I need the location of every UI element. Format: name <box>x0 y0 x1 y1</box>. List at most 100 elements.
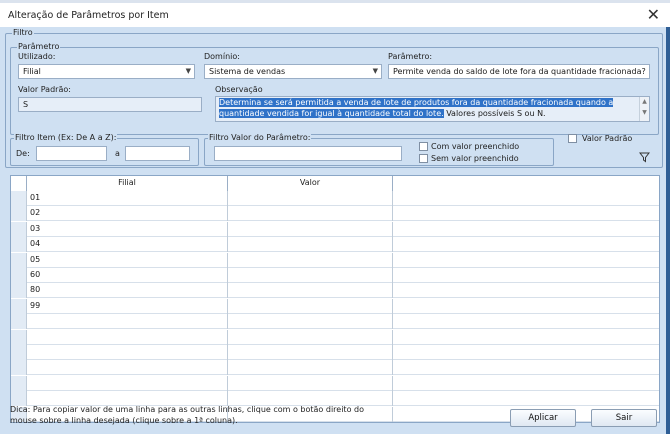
cell-empty <box>393 268 659 283</box>
cell-filial[interactable]: 05 <box>27 252 228 268</box>
cell-valor[interactable] <box>228 206 393 222</box>
cell-valor[interactable] <box>228 268 393 283</box>
table-row[interactable] <box>11 360 659 376</box>
exit-button[interactable]: Sair <box>591 409 657 427</box>
a-input[interactable] <box>125 146 190 161</box>
table-row[interactable] <box>11 375 659 391</box>
table-row[interactable]: 04 <box>11 237 659 253</box>
utilizado-value: Filial <box>23 67 41 76</box>
cell-filial[interactable]: 03 <box>27 221 228 237</box>
row-indicator <box>11 283 27 299</box>
cell-filial[interactable] <box>27 345 228 360</box>
table-row[interactable] <box>11 314 659 330</box>
filtro-group: Filtro Parâmetro Utilizado: Filial ▼ Dom… <box>5 28 663 168</box>
apply-button[interactable]: Aplicar <box>510 409 576 427</box>
table-row[interactable]: 05 <box>11 252 659 268</box>
cell-valor[interactable] <box>228 221 393 237</box>
cell-filial[interactable]: 02 <box>27 206 228 222</box>
cell-empty <box>393 191 659 206</box>
cell-empty <box>393 237 659 252</box>
filtro-valor-legend: Filtro Valor do Parâmetro: <box>208 133 312 142</box>
cell-empty <box>393 360 659 375</box>
cell-empty <box>393 283 659 298</box>
cell-filial[interactable]: 04 <box>27 237 228 253</box>
cell-empty <box>393 206 659 221</box>
cell-empty <box>393 376 659 391</box>
observacao-rest: Valores possíveis S ou N. <box>443 108 546 118</box>
filtro-valor-input[interactable] <box>214 146 402 161</box>
cell-empty <box>393 222 659 237</box>
valor-padrao-checkbox[interactable] <box>568 134 577 143</box>
table-row[interactable] <box>11 329 659 345</box>
cell-valor[interactable] <box>228 375 393 391</box>
parametro-group: Parâmetro Utilizado: Filial ▼ Domínio: S… <box>10 42 659 135</box>
row-indicator <box>11 206 27 222</box>
column-header-valor[interactable]: Valor <box>228 176 393 191</box>
a-label: a <box>115 149 120 158</box>
table-row[interactable]: 99 <box>11 298 659 314</box>
cell-filial[interactable] <box>27 360 228 376</box>
parametro-value: Permite venda do saldo de lote fora da q… <box>393 67 646 76</box>
cell-filial[interactable]: 80 <box>27 283 228 299</box>
parametro-legend: Parâmetro <box>17 42 61 51</box>
com-valor-checkbox[interactable] <box>419 142 428 151</box>
cell-valor[interactable] <box>228 252 393 268</box>
chevron-down-icon: ▼ <box>372 67 378 75</box>
dominio-value: Sistema de vendas <box>209 67 286 76</box>
row-indicator <box>11 221 27 237</box>
filtro-item-legend: Filtro Item (Ex: De A a Z): <box>14 133 118 142</box>
sem-valor-checkbox[interactable] <box>419 154 428 163</box>
parametro-field[interactable]: Permite venda do saldo de lote fora da q… <box>388 64 650 79</box>
table-row[interactable]: 03 <box>11 221 659 237</box>
row-indicator <box>11 375 27 391</box>
cell-empty <box>393 345 659 360</box>
cell-filial[interactable]: 01 <box>27 191 228 206</box>
com-valor-label: Com valor preenchido <box>431 142 520 151</box>
table-row[interactable] <box>11 345 659 360</box>
column-header-filial[interactable]: Filial <box>27 176 228 191</box>
row-indicator <box>11 298 27 314</box>
cell-filial[interactable]: 99 <box>27 298 228 314</box>
cell-valor[interactable] <box>228 191 393 206</box>
hint-text: Dica: Para copiar valor de uma linha par… <box>10 405 364 425</box>
observacao-scrollbar[interactable]: ▲ ▼ <box>639 97 649 121</box>
table-row[interactable]: 01 <box>11 191 659 206</box>
close-icon[interactable]: ✕ <box>647 7 660 23</box>
title-bar: Alteração de Parâmetros por Item ✕ <box>0 3 670 27</box>
observacao-text[interactable]: Determina se será permitida a venda de l… <box>215 96 650 122</box>
cell-empty <box>393 330 659 345</box>
cell-filial[interactable] <box>27 375 228 391</box>
column-header-empty <box>393 176 659 191</box>
window-border <box>666 27 670 434</box>
row-indicator <box>11 314 27 330</box>
funnel-icon[interactable] <box>639 152 650 163</box>
row-indicator <box>11 345 27 360</box>
de-input[interactable] <box>36 146 107 161</box>
cell-valor[interactable] <box>228 345 393 360</box>
utilizado-label: Utilizado: <box>18 52 56 61</box>
cell-valor[interactable] <box>228 360 393 376</box>
table-row[interactable]: 02 <box>11 206 659 222</box>
parametros-grid[interactable]: Filial Valor 01 02 03 04 05 60 80 99 <box>10 175 660 423</box>
cell-valor[interactable] <box>228 283 393 299</box>
observacao-highlighted: Determina se será permitida a venda de l… <box>219 98 614 118</box>
chevron-down-icon: ▼ <box>185 67 191 75</box>
table-row[interactable]: 60 <box>11 268 659 283</box>
cell-valor[interactable] <box>228 298 393 314</box>
row-indicator-header <box>11 176 27 191</box>
cell-filial[interactable] <box>27 314 228 330</box>
parametro-label: Parâmetro: <box>388 52 433 61</box>
window-title: Alteração de Parâmetros por Item <box>8 10 169 21</box>
dominio-label: Domínio: <box>204 52 240 61</box>
utilizado-select[interactable]: Filial ▼ <box>18 64 195 79</box>
cell-filial[interactable] <box>27 329 228 345</box>
cell-valor[interactable] <box>228 237 393 253</box>
cell-empty <box>393 391 659 406</box>
cell-valor[interactable] <box>228 329 393 345</box>
row-indicator <box>11 237 27 253</box>
table-row[interactable]: 80 <box>11 283 659 299</box>
dominio-select[interactable]: Sistema de vendas ▼ <box>204 64 382 79</box>
cell-valor[interactable] <box>228 314 393 330</box>
cell-filial[interactable]: 60 <box>27 268 228 283</box>
row-indicator <box>11 191 27 206</box>
